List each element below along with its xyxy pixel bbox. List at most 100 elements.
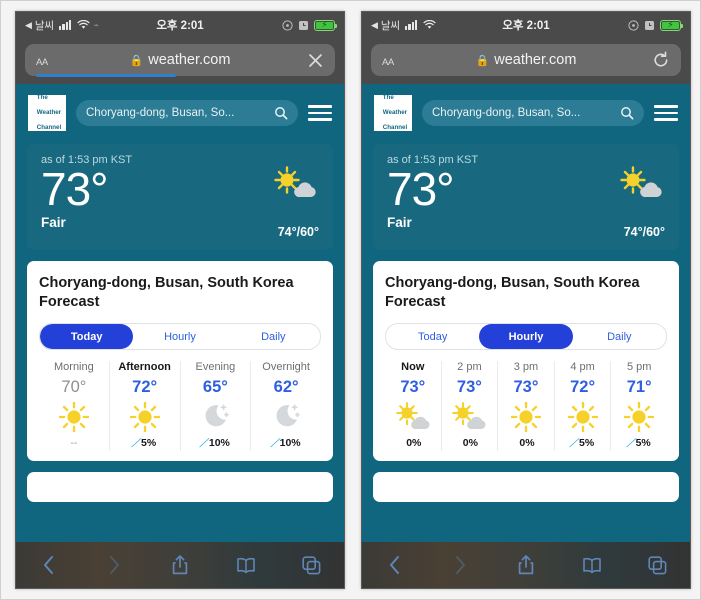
precip-probability: ╱ 10% [183,437,249,449]
search-icon[interactable] [620,106,634,120]
tab-hourly[interactable]: Hourly [133,324,226,349]
forecast-tabs-left: Today Hourly Daily [39,323,321,350]
app-header-right: The Weather Channel Choryang-dong, Busan… [362,84,690,140]
precip-value: 10% [279,437,301,449]
alarm-icon [644,20,655,31]
forecast-period-label: Afternoon [118,361,171,373]
forecast-period-label: Evening [195,361,236,373]
status-bar-left-right: ◀ 날씨 [371,18,437,33]
forecast-temperature: 73° [513,378,539,396]
address-bar-right[interactable]: AA 🔒 weather.com [371,44,681,76]
moon-icon [253,400,319,434]
logo-line-3: Channel [36,124,62,132]
forecast-period-label: 3 pm [513,361,539,373]
signal-bars-icon [58,20,72,30]
partly-sunny-icon [387,400,439,434]
page-load-progress [36,74,176,77]
search-icon[interactable] [274,106,288,120]
battery-charging-icon: ⚡ [660,19,683,31]
status-carrier-label: 날씨 [34,19,54,32]
precip-probability: 0% [444,437,496,449]
high-low-temperature: 74°/60° [623,225,665,239]
weather-channel-logo: The Weather Channel [28,94,66,132]
book-icon[interactable] [213,557,279,574]
back-chevron-icon[interactable] [362,555,428,575]
screenshot-root: ◀ 날씨 ⌁ 오후 2:01 ⚡ AA 🔒 weather.com The We… [0,0,701,600]
hourly-forecast-grid: Now 73° 0% 2 pm 73° 0% 3 pm 73° 0% 4 pm 72° ╱ 5% 5 pm… [385,361,667,451]
compass-icon [628,19,639,31]
location-arrow-icon: ◀ [25,19,32,30]
forecast-temperature: 72° [570,378,596,396]
raindrop-icon: ╱ [569,436,579,450]
ios-status-bar: ◀ 날씨 ⌁ 오후 2:01 ⚡ [16,12,344,38]
back-chevron-icon[interactable] [16,555,82,575]
book-icon[interactable] [559,557,625,574]
safari-bottom-toolbar-left [16,542,344,588]
next-card-stub [373,472,679,502]
next-card-stub [27,472,333,502]
sunny-icon [500,400,552,434]
status-bar-right-right: ⚡ [628,19,683,31]
tab-today[interactable]: Today [386,324,479,349]
hamburger-menu-icon[interactable] [308,105,332,121]
forecast-column: Afternoon 72° ╱ 5% [110,361,181,451]
weather-app-viewport-left: The Weather Channel Choryang-dong, Busan… [16,84,344,588]
current-conditions-card-right: as of 1:53 pm KST 73° Fair 74°/60° [373,144,679,250]
share-icon[interactable] [147,554,213,576]
forecast-column: Now 73° 0% [385,361,442,451]
logo-line-1: The [382,94,394,102]
tab-today[interactable]: Today [40,324,134,349]
hamburger-menu-icon[interactable] [654,105,678,121]
forecast-card-right: Choryang-dong, Busan, South Korea Foreca… [373,261,679,461]
forecast-column: 3 pm 73° 0% [498,361,555,451]
ios-status-bar-right: ◀ 날씨 오후 2:01 ⚡ [362,12,690,38]
wifi-icon [423,20,437,30]
text-size-button[interactable]: AA [382,53,394,68]
forecast-temperature: 70° [61,378,87,396]
location-search-input[interactable]: Choryang-dong, Busan, So... [76,100,298,126]
forecast-column: 2 pm 73° 0% [442,361,499,451]
precip-value: 5% [141,437,157,449]
compass-icon [282,19,293,31]
tab-hourly[interactable]: Hourly [479,324,573,349]
forecast-period-label: Now [401,361,425,373]
phone-panel-today: ◀ 날씨 ⌁ 오후 2:01 ⚡ AA 🔒 weather.com The We… [15,11,345,589]
phone-panel-hourly: ◀ 날씨 오후 2:01 ⚡ AA 🔒 weather.com The Weat… [361,11,691,589]
precip-probability: ╱ 5% [613,437,665,449]
url-display: 🔒 weather.com [371,52,681,68]
safari-url-bar-area: AA 🔒 weather.com [16,38,344,84]
reload-icon[interactable] [652,51,670,69]
url-text: weather.com [494,52,577,68]
weather-channel-logo: The Weather Channel [374,94,412,131]
close-icon[interactable] [307,52,324,69]
text-size-button[interactable]: AA [36,53,48,68]
high-low-temperature: 74°/60° [277,225,319,239]
tab-daily[interactable]: Daily [573,324,666,349]
lock-icon: 🔒 [475,54,490,67]
status-bar-left: ◀ 날씨 ⌁ [25,18,99,33]
status-bar-right: ⚡ [282,19,337,31]
precip-value: 10% [208,437,230,449]
raindrop-icon: ╱ [269,436,280,450]
partly-sunny-icon [619,166,665,200]
precip-probability: ╱ 5% [557,437,609,449]
tabs-icon[interactable] [624,555,690,575]
today-forecast-grid: Morning 70° -- Afternoon 72° ╱ 5% Evening 65° ╱ 10… [39,361,321,451]
share-icon[interactable] [493,554,559,576]
forecast-column: Evening 65° ╱ 10% [181,361,252,451]
alarm-icon [298,20,309,31]
moon-icon [183,400,249,434]
precip-value: 5% [579,437,595,449]
tabs-icon[interactable] [278,555,344,575]
partly-sunny-icon [444,400,496,434]
sunny-icon [557,400,609,434]
address-bar[interactable]: AA 🔒 weather.com [25,44,335,77]
location-search-input[interactable]: Choryang-dong, Busan, So... [422,100,644,126]
forecast-temperature: 73° [456,378,482,396]
location-arrow-icon: ◀ [371,19,378,30]
forecast-temperature: 62° [273,378,299,396]
safari-bottom-toolbar-right [362,542,690,588]
tab-daily[interactable]: Daily [227,324,320,349]
forecast-temperature: 65° [202,378,228,396]
forward-chevron-icon [82,555,148,575]
